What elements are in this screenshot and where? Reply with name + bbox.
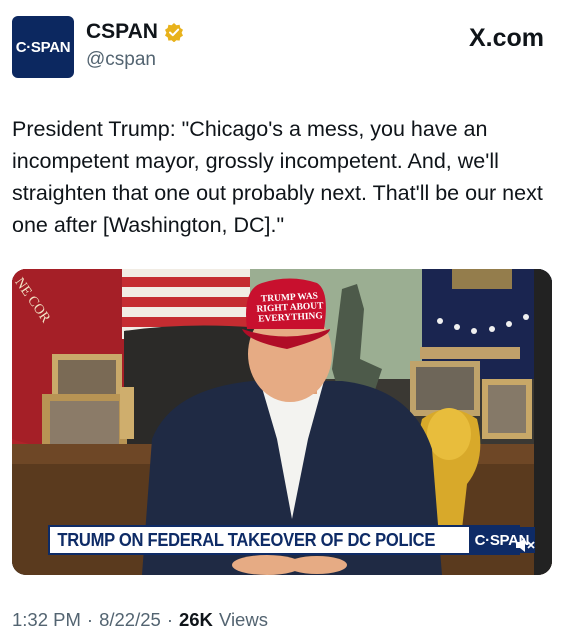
avatar-logo-text: C·SPAN	[15, 38, 71, 56]
tweet-text: President Trump: "Chicago's a mess, you …	[12, 117, 543, 237]
handle[interactable]: @cspan	[86, 49, 156, 71]
avatar[interactable]: C·SPAN	[12, 16, 74, 78]
chyron-headline: TRUMP ON FEDERAL TAKEOVER OF DC POLICE	[57, 530, 436, 550]
site-label: X.com	[468, 24, 544, 52]
meta-separator: ·	[86, 609, 94, 630]
meta-separator: ·	[166, 609, 173, 630]
tweet-time[interactable]: 1:32 PM	[12, 609, 81, 631]
author-name-row: CSPAN	[86, 20, 184, 44]
verified-badge-icon	[164, 23, 183, 42]
tweet-meta: 1:32 PM · 8/22/25 · 26K Views	[12, 609, 268, 631]
views-count[interactable]: 26K	[179, 609, 213, 631]
speaker-muted-icon[interactable]	[514, 537, 536, 553]
tweet-date[interactable]: 8/22/25	[99, 609, 161, 631]
display-name[interactable]: CSPAN	[86, 20, 158, 44]
video-media[interactable]: NE COR TRUMP WAS RIGHT ABOUT EVERYTHING …	[12, 269, 552, 575]
views-label: Views	[218, 609, 268, 630]
news-chyron: TRUMP ON FEDERAL TAKEOVER OF DC POLICE C…	[48, 525, 536, 555]
hat-text: TRUMP WAS RIGHT ABOUT EVERYTHING	[256, 291, 324, 325]
